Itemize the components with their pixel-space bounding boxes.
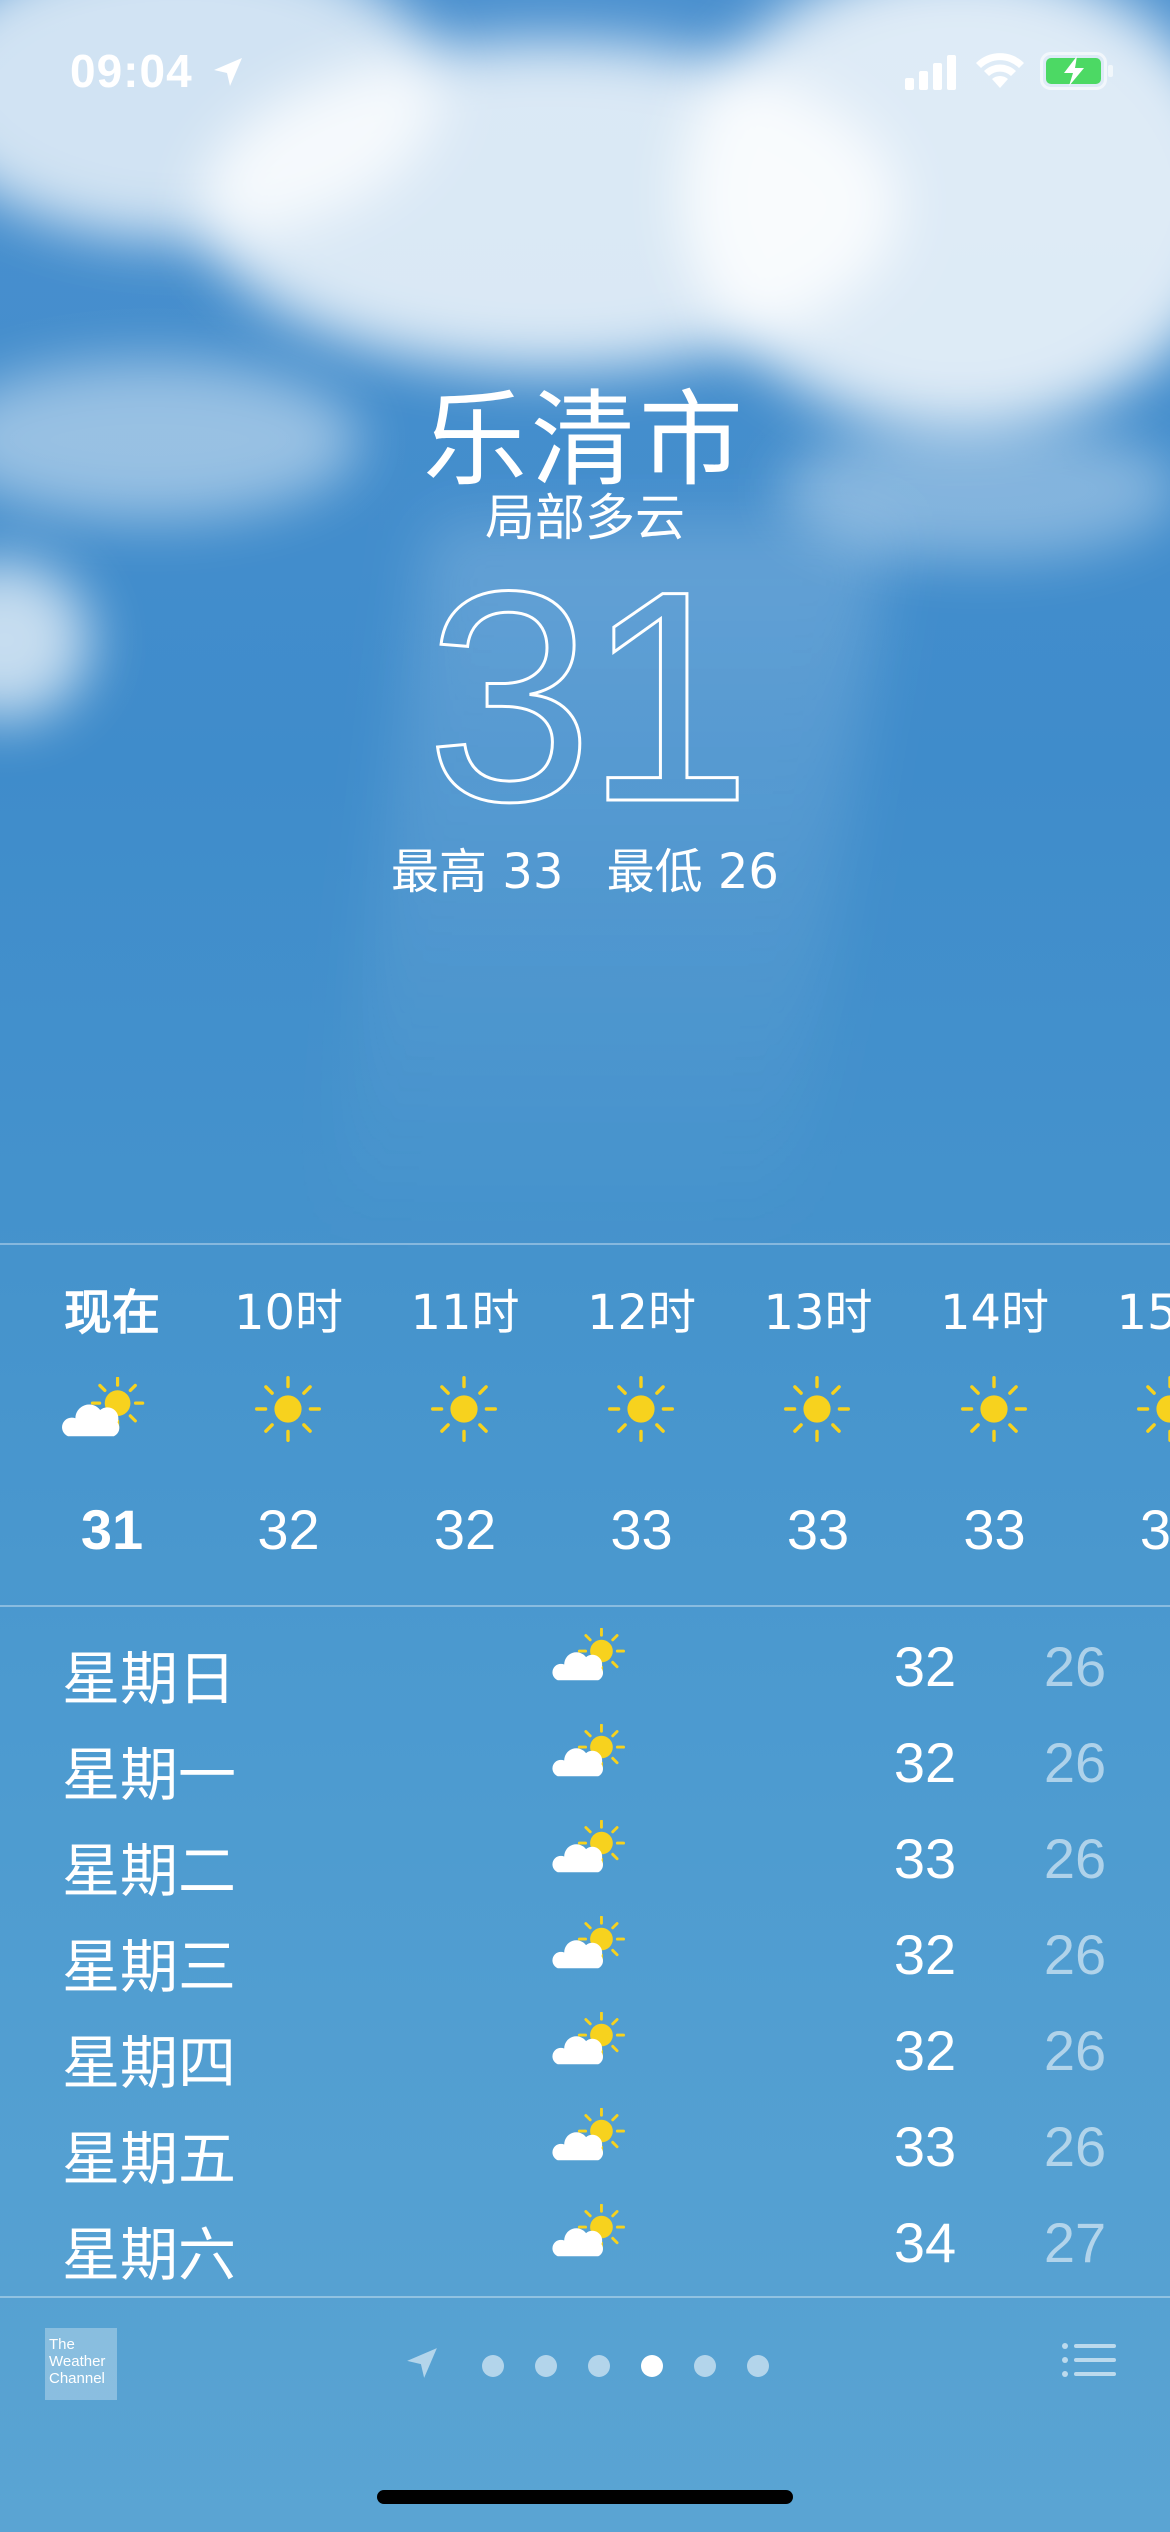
hour-temperature: 33 — [786, 1498, 850, 1561]
hour-label: 14时 — [939, 1285, 1050, 1341]
hour-icon-wrap — [1136, 1375, 1170, 1447]
daily-row: 星期三 32 26 — [0, 1906, 1170, 2002]
day-name: 星期一 — [62, 1741, 237, 1809]
day-low: 26 — [1043, 1731, 1107, 1794]
hour-icon-wrap — [430, 1375, 498, 1447]
day-name: 星期三 — [62, 1933, 237, 2001]
daily-row: 星期四 32 26 — [0, 2002, 1170, 2098]
battery-charging-icon — [1040, 52, 1113, 90]
day-low: 26 — [1043, 1635, 1107, 1698]
hour-icon-wrap — [607, 1375, 675, 1447]
hour-label: 13时 — [763, 1285, 873, 1341]
location-arrow-icon — [214, 58, 242, 86]
partly-cloudy-icon — [552, 1915, 625, 1969]
hour-icon-wrap — [57, 1376, 149, 1450]
day-icon-wrap — [548, 2203, 629, 2269]
day-high: 34 — [893, 2211, 957, 2274]
wifi-icon — [976, 53, 1024, 88]
page-dot[interactable] — [482, 2355, 504, 2377]
hour-icon-wrap — [960, 1375, 1028, 1447]
hour-temperature: 32 — [433, 1498, 497, 1561]
high-low-temperature: 最高 33 最低 26 — [0, 832, 1170, 902]
day-name: 星期日 — [62, 1645, 237, 1713]
sun-icon — [431, 1376, 497, 1442]
high-temperature: 最高 33 — [391, 844, 564, 900]
current-location-icon — [407, 2348, 437, 2378]
day-name: 星期五 — [62, 2125, 237, 2193]
page-dot[interactable] — [694, 2355, 716, 2377]
low-temperature: 最低 26 — [606, 844, 779, 900]
partly-cloudy-icon — [552, 1627, 625, 1681]
status-bar: 09:04 — [0, 0, 1170, 140]
partly-cloudy-icon — [552, 1723, 625, 1777]
page-dot[interactable] — [641, 2355, 663, 2377]
hour-label: 10时 — [233, 1285, 344, 1341]
sun-icon — [607, 1376, 674, 1442]
day-icon-wrap — [548, 1915, 629, 1981]
day-icon-wrap — [548, 1627, 629, 1693]
day-low: 26 — [1043, 1827, 1107, 1890]
city-list-icon[interactable] — [1062, 2342, 1116, 2384]
weather-screen: 09:04 乐清市 局部多云 31 31 最高 33 最低 26 — [0, 0, 1170, 2532]
sun-icon — [254, 1376, 321, 1442]
day-low: 26 — [1043, 2019, 1107, 2082]
divider — [0, 1605, 1170, 1607]
day-icon-wrap — [548, 2011, 629, 2077]
partly-cloudy-icon — [552, 1819, 625, 1873]
day-low: 27 — [1043, 2211, 1107, 2274]
hour-temperature: 32 — [257, 1498, 320, 1561]
home-indicator[interactable] — [377, 2490, 793, 2504]
day-high: 32 — [893, 1635, 957, 1698]
weather-channel-logo[interactable]: The Weather Channel — [45, 2328, 117, 2400]
cellular-signal-icon — [905, 55, 956, 90]
day-name: 星期六 — [62, 2221, 237, 2289]
page-dot[interactable] — [588, 2355, 610, 2377]
current-temperature-display: 31 — [425, 572, 750, 812]
day-low: 26 — [1043, 2115, 1107, 2178]
day-icon-wrap — [548, 2107, 629, 2173]
hour-label: 15时 — [1116, 1285, 1170, 1341]
partly-cloudy-icon — [552, 2203, 625, 2257]
hour-temperature: 33 — [610, 1498, 673, 1561]
day-low: 26 — [1043, 1923, 1107, 1986]
hour-icon-wrap — [783, 1375, 851, 1447]
day-high: 33 — [893, 1827, 957, 1890]
sun-icon — [1137, 1376, 1170, 1442]
day-icon-wrap — [548, 1723, 629, 1789]
hour-icon-wrap — [254, 1375, 322, 1447]
hour-temperature: 31 — [80, 1498, 144, 1561]
day-name: 星期二 — [62, 1837, 237, 1905]
hour-temperature: 33 — [963, 1498, 1026, 1561]
hour-label: 现在 — [63, 1285, 160, 1341]
hour-label: 12时 — [586, 1285, 697, 1341]
daily-row: 星期五 33 26 — [0, 2098, 1170, 2194]
sun-icon — [784, 1376, 850, 1442]
hourly-forecast[interactable]: 现在 31 10时 32 11时 32 12时 33 13时 33 14时 33 15时 33 — [0, 1245, 1170, 1605]
daily-row: 星期日 32 26 — [0, 1618, 1170, 1714]
day-icon-wrap — [548, 1819, 629, 1885]
status-time: 09:04 — [70, 45, 193, 97]
day-high: 33 — [893, 2115, 957, 2178]
partly-cloudy-icon — [62, 1376, 145, 1437]
partly-cloudy-icon — [552, 2011, 625, 2065]
sun-icon — [960, 1376, 1027, 1442]
hour-temperature: 33 — [1139, 1498, 1170, 1561]
page-dot[interactable] — [535, 2355, 557, 2377]
daily-row: 星期六 34 27 — [0, 2194, 1170, 2290]
logo-text: The Weather Channel — [49, 2336, 106, 2387]
day-high: 32 — [893, 1923, 957, 1986]
page-dot[interactable] — [747, 2355, 769, 2377]
svg-text:31: 31 — [426, 572, 744, 812]
day-high: 32 — [893, 2019, 957, 2082]
day-name: 星期四 — [62, 2029, 237, 2097]
daily-row: 星期二 33 26 — [0, 1810, 1170, 1906]
hour-label: 11时 — [410, 1285, 520, 1341]
divider — [0, 2296, 1170, 2298]
partly-cloudy-icon — [552, 2107, 625, 2161]
day-high: 32 — [893, 1731, 957, 1794]
daily-row: 星期一 32 26 — [0, 1714, 1170, 1810]
